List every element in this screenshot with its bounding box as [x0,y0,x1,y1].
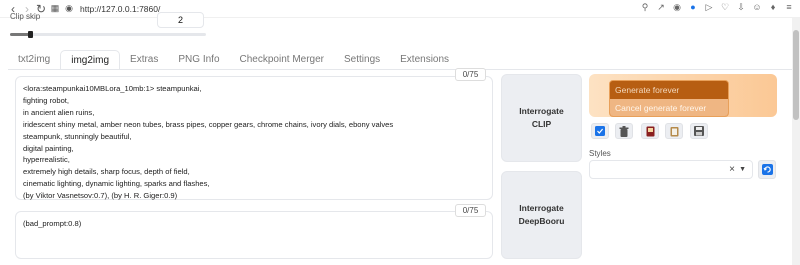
prompt-token-counter: 0/75 [455,68,486,81]
clip-skip-slider[interactable] [10,31,206,38]
menu-icon[interactable]: ≡ [784,2,794,12]
negative-prompt-text[interactable]: (bad_prompt:0.8) [16,212,492,236]
tab-settings[interactable]: Settings [334,50,390,70]
clip-skip-slider-fill [10,33,30,36]
shield-icon[interactable]: ● [688,2,698,12]
tab-txt2img[interactable]: txt2img [8,50,60,70]
tab-png-info[interactable]: PNG Info [168,50,229,70]
page-scrollbar-thumb[interactable] [793,30,799,120]
negative-prompt-token-counter: 0/75 [455,204,486,217]
tab-checkpoint-merger[interactable]: Checkpoint Merger [230,50,334,70]
tab-extras[interactable]: Extras [120,50,168,70]
floppy-icon [694,126,704,136]
styles-dropdown[interactable]: × ▼ [589,160,753,179]
style-card-button[interactable] [641,123,659,139]
browser-actions: ⚲ ↗ ◉ ● ▷ ♡ ⇩ ☺ ♦ ≡ [640,2,794,13]
menu-item-cancel-generate-forever[interactable]: Cancel generate forever [610,99,728,116]
menu-item-generate-forever[interactable]: Generate forever [610,81,728,99]
card-icon [646,126,654,136]
clear-icon[interactable]: × [729,164,735,175]
clip-skip-slider-thumb[interactable] [27,31,33,38]
clipboard-button[interactable] [665,123,683,139]
trash-icon [619,125,629,137]
clipboard-icon [670,126,678,136]
clip-skip-label: Clip skip [10,12,41,21]
heart-icon[interactable]: ♡ [720,2,730,12]
prompt-text[interactable]: <lora:steampunkai10MBLora_10mb:1> steamp… [16,77,492,208]
tab-img2img[interactable]: img2img [60,50,121,70]
refresh-styles-button[interactable] [758,160,776,179]
refresh-icon [761,164,773,175]
generate-context-menu: Generate forever Cancel generate forever [609,80,729,117]
address-bar[interactable]: http://127.0.0.1:7860/ [80,4,160,14]
browser-toolbar: ‹ › ↻ ▦ ◉ http://127.0.0.1:7860/ ⚲ ↗ ◉ ●… [0,0,800,18]
search-icon[interactable]: ⚲ [640,2,650,12]
checkbox-icon [595,126,605,136]
save-style-button[interactable] [690,123,708,139]
main-tabs: txt2img img2img Extras PNG Info Checkpoi… [8,50,459,70]
share-icon[interactable]: ↗ [656,2,666,12]
interrogate-deepbooru-button[interactable]: Interrogate DeepBooru [501,171,582,259]
send-icon[interactable]: ▷ [704,2,714,12]
checkbox-button[interactable] [591,123,609,139]
extensions-icon[interactable]: ♦ [768,2,778,12]
download-icon[interactable]: ⇩ [736,2,746,12]
tab-divider [8,69,793,70]
interrogate-clip-button[interactable]: Interrogate CLIP [501,74,582,162]
negative-prompt-textarea[interactable]: (bad_prompt:0.8) [15,211,493,259]
styles-label: Styles [589,149,611,158]
trash-button[interactable] [615,123,633,139]
prompt-textarea[interactable]: <lora:steampunkai10MBLora_10mb:1> steamp… [15,76,493,200]
apps-icon[interactable]: ▦ [48,2,62,16]
site-info-icon[interactable]: ◉ [62,2,76,16]
clip-skip-input[interactable]: 2 [157,12,204,28]
camera-icon[interactable]: ◉ [672,2,682,12]
chevron-down-icon[interactable]: ▼ [739,166,746,173]
profile-icon[interactable]: ☺ [752,2,762,12]
tab-extensions[interactable]: Extensions [390,50,459,70]
